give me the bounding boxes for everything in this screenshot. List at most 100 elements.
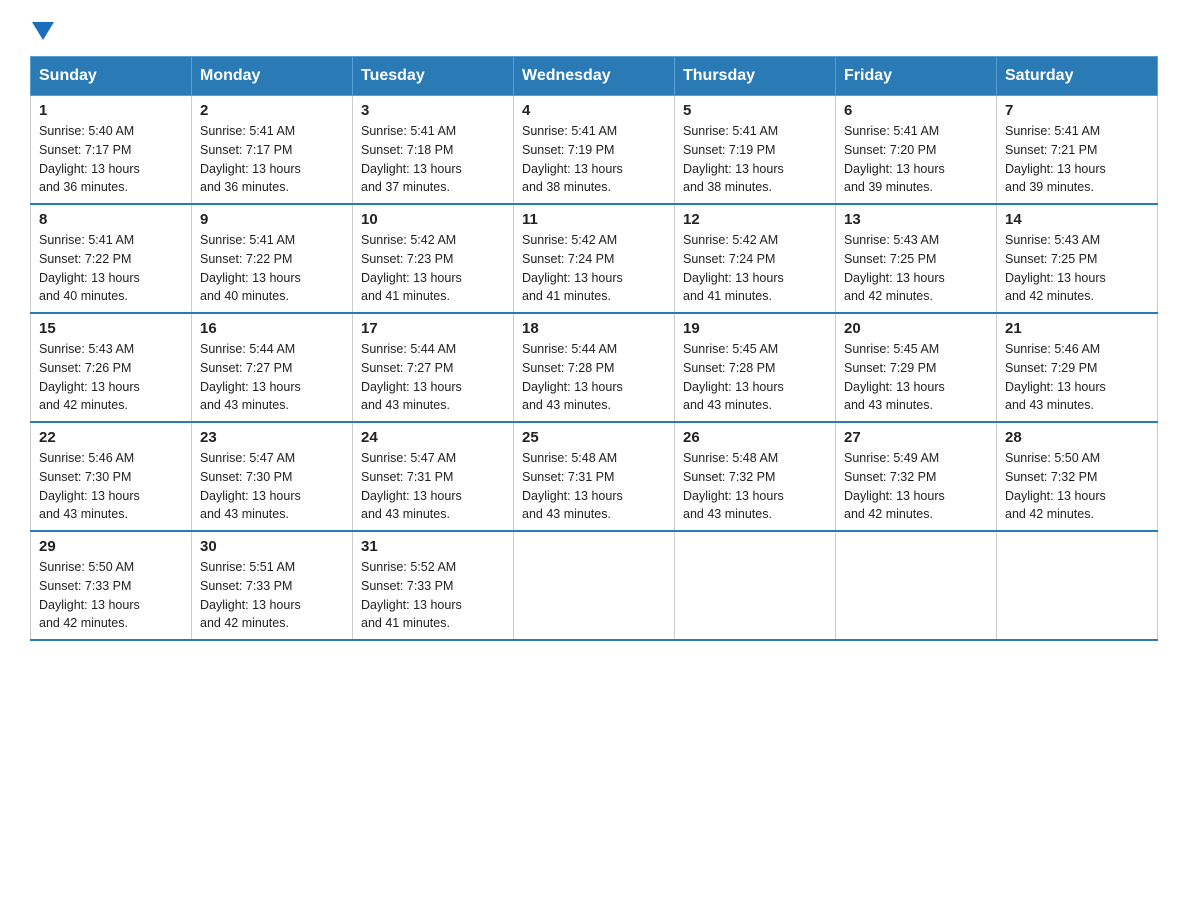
day-info: Sunrise: 5:47 AM Sunset: 7:30 PM Dayligh… <box>200 449 344 524</box>
calendar-week-row: 22 Sunrise: 5:46 AM Sunset: 7:30 PM Dayl… <box>31 422 1158 531</box>
day-number: 26 <box>683 429 827 446</box>
day-info: Sunrise: 5:41 AM Sunset: 7:22 PM Dayligh… <box>39 231 183 306</box>
day-info: Sunrise: 5:51 AM Sunset: 7:33 PM Dayligh… <box>200 558 344 633</box>
day-info: Sunrise: 5:43 AM Sunset: 7:25 PM Dayligh… <box>1005 231 1149 306</box>
day-info: Sunrise: 5:44 AM Sunset: 7:27 PM Dayligh… <box>200 340 344 415</box>
day-header-sunday: Sunday <box>31 57 192 96</box>
calendar-cell: 31 Sunrise: 5:52 AM Sunset: 7:33 PM Dayl… <box>353 531 514 640</box>
day-info: Sunrise: 5:52 AM Sunset: 7:33 PM Dayligh… <box>361 558 505 633</box>
calendar-cell: 3 Sunrise: 5:41 AM Sunset: 7:18 PM Dayli… <box>353 96 514 205</box>
day-info: Sunrise: 5:41 AM Sunset: 7:19 PM Dayligh… <box>522 122 666 197</box>
day-number: 31 <box>361 538 505 555</box>
day-number: 11 <box>522 211 666 228</box>
day-info: Sunrise: 5:42 AM Sunset: 7:24 PM Dayligh… <box>683 231 827 306</box>
calendar-cell: 27 Sunrise: 5:49 AM Sunset: 7:32 PM Dayl… <box>836 422 997 531</box>
day-number: 19 <box>683 320 827 337</box>
day-number: 13 <box>844 211 988 228</box>
day-info: Sunrise: 5:41 AM Sunset: 7:20 PM Dayligh… <box>844 122 988 197</box>
calendar-cell: 18 Sunrise: 5:44 AM Sunset: 7:28 PM Dayl… <box>514 313 675 422</box>
calendar-cell <box>836 531 997 640</box>
day-number: 28 <box>1005 429 1149 446</box>
calendar-cell: 8 Sunrise: 5:41 AM Sunset: 7:22 PM Dayli… <box>31 204 192 313</box>
calendar-cell: 16 Sunrise: 5:44 AM Sunset: 7:27 PM Dayl… <box>192 313 353 422</box>
calendar-cell <box>997 531 1158 640</box>
calendar-cell: 10 Sunrise: 5:42 AM Sunset: 7:23 PM Dayl… <box>353 204 514 313</box>
calendar-cell: 11 Sunrise: 5:42 AM Sunset: 7:24 PM Dayl… <box>514 204 675 313</box>
day-number: 30 <box>200 538 344 555</box>
day-number: 16 <box>200 320 344 337</box>
calendar-cell <box>514 531 675 640</box>
calendar-cell: 23 Sunrise: 5:47 AM Sunset: 7:30 PM Dayl… <box>192 422 353 531</box>
day-info: Sunrise: 5:43 AM Sunset: 7:25 PM Dayligh… <box>844 231 988 306</box>
day-info: Sunrise: 5:41 AM Sunset: 7:21 PM Dayligh… <box>1005 122 1149 197</box>
day-info: Sunrise: 5:49 AM Sunset: 7:32 PM Dayligh… <box>844 449 988 524</box>
calendar-cell: 25 Sunrise: 5:48 AM Sunset: 7:31 PM Dayl… <box>514 422 675 531</box>
day-info: Sunrise: 5:46 AM Sunset: 7:30 PM Dayligh… <box>39 449 183 524</box>
calendar-cell: 9 Sunrise: 5:41 AM Sunset: 7:22 PM Dayli… <box>192 204 353 313</box>
calendar-week-row: 1 Sunrise: 5:40 AM Sunset: 7:17 PM Dayli… <box>31 96 1158 205</box>
day-number: 6 <box>844 102 988 119</box>
day-info: Sunrise: 5:40 AM Sunset: 7:17 PM Dayligh… <box>39 122 183 197</box>
day-number: 20 <box>844 320 988 337</box>
calendar-cell: 14 Sunrise: 5:43 AM Sunset: 7:25 PM Dayl… <box>997 204 1158 313</box>
calendar-week-row: 15 Sunrise: 5:43 AM Sunset: 7:26 PM Dayl… <box>31 313 1158 422</box>
day-number: 8 <box>39 211 183 228</box>
day-header-friday: Friday <box>836 57 997 96</box>
calendar-cell <box>675 531 836 640</box>
calendar-cell: 12 Sunrise: 5:42 AM Sunset: 7:24 PM Dayl… <box>675 204 836 313</box>
day-info: Sunrise: 5:41 AM Sunset: 7:22 PM Dayligh… <box>200 231 344 306</box>
day-number: 27 <box>844 429 988 446</box>
calendar-header-row: SundayMondayTuesdayWednesdayThursdayFrid… <box>31 57 1158 96</box>
day-info: Sunrise: 5:50 AM Sunset: 7:32 PM Dayligh… <box>1005 449 1149 524</box>
day-info: Sunrise: 5:42 AM Sunset: 7:24 PM Dayligh… <box>522 231 666 306</box>
day-number: 25 <box>522 429 666 446</box>
day-number: 29 <box>39 538 183 555</box>
day-number: 10 <box>361 211 505 228</box>
day-number: 14 <box>1005 211 1149 228</box>
calendar-cell: 22 Sunrise: 5:46 AM Sunset: 7:30 PM Dayl… <box>31 422 192 531</box>
day-header-saturday: Saturday <box>997 57 1158 96</box>
logo <box>30 20 54 36</box>
day-info: Sunrise: 5:44 AM Sunset: 7:27 PM Dayligh… <box>361 340 505 415</box>
day-number: 5 <box>683 102 827 119</box>
day-info: Sunrise: 5:41 AM Sunset: 7:17 PM Dayligh… <box>200 122 344 197</box>
calendar-week-row: 29 Sunrise: 5:50 AM Sunset: 7:33 PM Dayl… <box>31 531 1158 640</box>
day-number: 15 <box>39 320 183 337</box>
calendar-cell: 26 Sunrise: 5:48 AM Sunset: 7:32 PM Dayl… <box>675 422 836 531</box>
day-header-thursday: Thursday <box>675 57 836 96</box>
day-header-wednesday: Wednesday <box>514 57 675 96</box>
day-info: Sunrise: 5:43 AM Sunset: 7:26 PM Dayligh… <box>39 340 183 415</box>
day-header-tuesday: Tuesday <box>353 57 514 96</box>
day-header-monday: Monday <box>192 57 353 96</box>
day-number: 23 <box>200 429 344 446</box>
page-header <box>30 20 1158 36</box>
day-info: Sunrise: 5:44 AM Sunset: 7:28 PM Dayligh… <box>522 340 666 415</box>
day-number: 7 <box>1005 102 1149 119</box>
calendar-cell: 19 Sunrise: 5:45 AM Sunset: 7:28 PM Dayl… <box>675 313 836 422</box>
calendar-cell: 4 Sunrise: 5:41 AM Sunset: 7:19 PM Dayli… <box>514 96 675 205</box>
day-info: Sunrise: 5:41 AM Sunset: 7:19 PM Dayligh… <box>683 122 827 197</box>
calendar-cell: 17 Sunrise: 5:44 AM Sunset: 7:27 PM Dayl… <box>353 313 514 422</box>
calendar-week-row: 8 Sunrise: 5:41 AM Sunset: 7:22 PM Dayli… <box>31 204 1158 313</box>
day-info: Sunrise: 5:45 AM Sunset: 7:29 PM Dayligh… <box>844 340 988 415</box>
logo-triangle-icon <box>32 22 54 44</box>
day-info: Sunrise: 5:47 AM Sunset: 7:31 PM Dayligh… <box>361 449 505 524</box>
calendar-cell: 29 Sunrise: 5:50 AM Sunset: 7:33 PM Dayl… <box>31 531 192 640</box>
day-info: Sunrise: 5:50 AM Sunset: 7:33 PM Dayligh… <box>39 558 183 633</box>
day-number: 24 <box>361 429 505 446</box>
calendar-cell: 5 Sunrise: 5:41 AM Sunset: 7:19 PM Dayli… <box>675 96 836 205</box>
day-number: 21 <box>1005 320 1149 337</box>
day-number: 22 <box>39 429 183 446</box>
calendar-cell: 7 Sunrise: 5:41 AM Sunset: 7:21 PM Dayli… <box>997 96 1158 205</box>
day-number: 17 <box>361 320 505 337</box>
day-info: Sunrise: 5:41 AM Sunset: 7:18 PM Dayligh… <box>361 122 505 197</box>
day-info: Sunrise: 5:42 AM Sunset: 7:23 PM Dayligh… <box>361 231 505 306</box>
calendar-table: SundayMondayTuesdayWednesdayThursdayFrid… <box>30 56 1158 641</box>
day-number: 3 <box>361 102 505 119</box>
calendar-cell: 20 Sunrise: 5:45 AM Sunset: 7:29 PM Dayl… <box>836 313 997 422</box>
calendar-cell: 6 Sunrise: 5:41 AM Sunset: 7:20 PM Dayli… <box>836 96 997 205</box>
day-number: 18 <box>522 320 666 337</box>
calendar-cell: 28 Sunrise: 5:50 AM Sunset: 7:32 PM Dayl… <box>997 422 1158 531</box>
calendar-cell: 1 Sunrise: 5:40 AM Sunset: 7:17 PM Dayli… <box>31 96 192 205</box>
day-number: 9 <box>200 211 344 228</box>
